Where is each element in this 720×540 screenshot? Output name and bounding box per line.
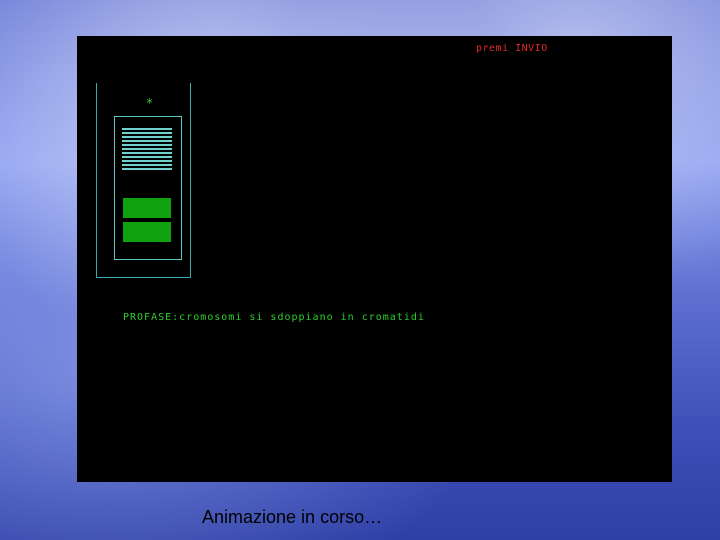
slide-caption: Animazione in corso… bbox=[202, 507, 383, 527]
press-enter-prompt: premi INVIO bbox=[476, 43, 548, 54]
centriole-marker: * bbox=[146, 96, 154, 110]
chromosome-lines bbox=[122, 128, 172, 172]
animation-screen: premi INVIO * PROFASE:cromosomi si sdopp… bbox=[77, 36, 672, 482]
phase-description: PROFASE:cromosomi si sdoppiano in cromat… bbox=[123, 312, 425, 323]
chromatid-block-2 bbox=[123, 222, 171, 242]
chromatid-block-1 bbox=[123, 198, 171, 218]
